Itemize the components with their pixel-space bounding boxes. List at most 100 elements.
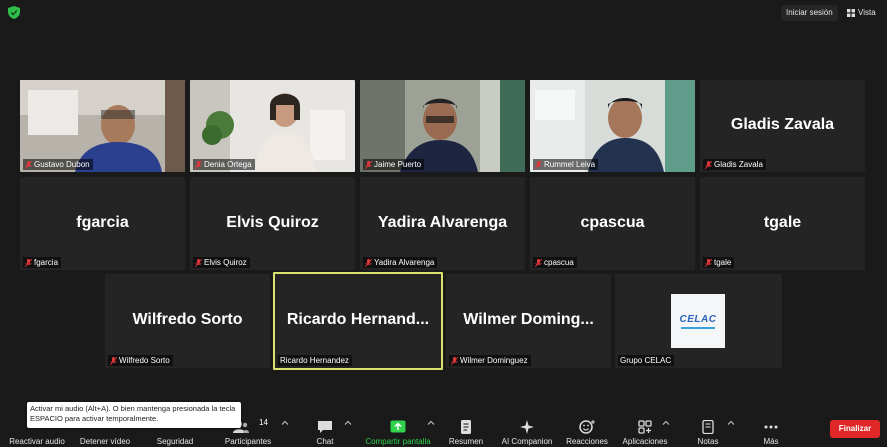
apps-button[interactable]: Aplicaciones (619, 412, 671, 446)
participant-name: Ricardo Hernandez (280, 356, 349, 365)
chat-button[interactable]: Chat (308, 412, 342, 446)
participant-name: tgale (714, 258, 732, 267)
share-screen-button[interactable]: Compartir pantalla (360, 412, 436, 446)
celac-logo: CELAC (671, 294, 725, 348)
muted-mic-icon (365, 258, 372, 267)
participant-name: Jaime Puerto (374, 160, 422, 169)
participant-display-name: cpascua (580, 213, 645, 231)
muted-mic-icon (195, 258, 202, 267)
share-options-caret-icon[interactable] (427, 419, 435, 427)
participant-display-name: tgale (763, 213, 802, 231)
participant-name: Denia Ortega (204, 160, 252, 169)
participant-display-name: Ricardo Hernand... (286, 311, 430, 329)
encryption-shield-icon[interactable] (8, 6, 20, 19)
muted-mic-icon (195, 160, 202, 169)
ai-companion-label: AI Companion (501, 437, 553, 446)
notes-label: Notas (697, 437, 719, 446)
apps-options-caret-icon[interactable] (662, 419, 670, 427)
top-bar: Iniciar sesión Vista (0, 0, 887, 26)
security-label: Seguridad (156, 437, 194, 446)
participant-tile[interactable]: fgarcia fgarcia (20, 177, 185, 270)
participant-display-name: Yadira Alvarenga (377, 213, 508, 231)
participant-label: Ricardo Hernandez (278, 355, 352, 366)
participant-name: Yadira Alvarenga (374, 258, 435, 267)
chat-label: Chat (316, 437, 334, 446)
apps-icon (638, 420, 652, 434)
participant-tile[interactable]: CELAC Grupo CELAC (615, 274, 782, 368)
muted-mic-icon (451, 356, 458, 365)
participants-label: Participantes (224, 437, 272, 446)
participant-name: Wilfredo Sorto (119, 356, 170, 365)
participant-display-name: Gladis Zavala (730, 116, 835, 134)
participant-label: cpascua (533, 257, 577, 268)
notes-button[interactable]: Notas (694, 412, 722, 446)
unmute-label: Reactivar audio (9, 437, 65, 446)
muted-mic-icon (25, 258, 32, 267)
participant-tile[interactable]: cpascua cpascua (530, 177, 695, 270)
participants-count: 14 (259, 418, 268, 427)
participant-label: Yadira Alvarenga (363, 257, 438, 268)
participant-name: Rummel Leiva (544, 160, 596, 169)
participant-tile[interactable]: Gladis Zavala Gladis Zavala (700, 80, 865, 172)
participant-tile[interactable]: Gustavo Dubon (20, 80, 185, 172)
sign-in-button[interactable]: Iniciar sesión (781, 5, 838, 21)
participant-label: Gladis Zavala (703, 159, 766, 170)
more-dots-icon (764, 425, 778, 429)
chat-icon (318, 421, 332, 433)
participant-label: Jaime Puerto (363, 159, 425, 170)
share-screen-icon (390, 420, 406, 433)
participant-label: Wilmer Dominguez (449, 355, 531, 366)
view-button[interactable]: Vista (843, 5, 880, 21)
participant-name: fgarcia (34, 258, 59, 267)
participant-tile[interactable]: Elvis Quiroz Elvis Quiroz (190, 177, 355, 270)
participant-tile[interactable]: tgale tgale (700, 177, 865, 270)
participant-label: Wilfredo Sorto (108, 355, 173, 366)
ai-companion-button[interactable]: AI Companion (498, 412, 556, 446)
sparkle-icon (520, 420, 534, 434)
reactions-button[interactable]: Reacciones (564, 412, 610, 446)
participant-tile[interactable]: Denia Ortega (190, 80, 355, 172)
participant-label: Rummel Leiva (533, 159, 599, 170)
celac-logo-text: CELAC (679, 313, 717, 325)
participant-name: Elvis Quiroz (204, 258, 247, 267)
participant-name: Gustavo Dubon (34, 160, 90, 169)
more-label: Más (763, 437, 779, 446)
participant-name: Gladis Zavala (714, 160, 763, 169)
summary-icon (461, 420, 471, 434)
more-button[interactable]: Más (757, 412, 785, 446)
end-meeting-button[interactable]: Finalizar (830, 420, 880, 438)
grid-icon (847, 9, 855, 17)
notes-icon (702, 420, 714, 434)
participant-name: Wilmer Dominguez (460, 356, 528, 365)
reaction-emoji-icon (579, 420, 595, 434)
participant-tile-active-speaker[interactable]: Ricardo Hernand... Ricardo Hernandez (273, 272, 443, 370)
chat-options-caret-icon[interactable] (344, 419, 352, 427)
participants-options-caret-icon[interactable] (281, 419, 289, 427)
muted-mic-icon (535, 258, 542, 267)
participant-display-name: fgarcia (76, 213, 129, 231)
summary-label: Resumen (448, 437, 484, 446)
participant-tile[interactable]: Rummel Leiva (530, 80, 695, 172)
share-screen-label: Compartir pantalla (365, 437, 431, 446)
participant-name: cpascua (544, 258, 574, 267)
muted-mic-icon (705, 160, 712, 169)
participant-label: Elvis Quiroz (193, 257, 250, 268)
participant-label: Denia Ortega (193, 159, 255, 170)
view-label: Vista (858, 8, 876, 17)
participant-label: fgarcia (23, 257, 62, 268)
participant-name: Grupo CELAC (620, 356, 672, 365)
participant-label: Gustavo Dubon (23, 159, 93, 170)
unmute-tooltip: Activar mi audio (Alt+A). O bien manteng… (27, 402, 241, 428)
muted-mic-icon (25, 160, 32, 169)
participant-tile[interactable]: Wilfredo Sorto Wilfredo Sorto (105, 274, 270, 368)
muted-mic-icon (110, 356, 117, 365)
participant-display-name: Wilmer Doming... (463, 311, 594, 329)
participant-tile[interactable]: Wilmer Doming... Wilmer Dominguez (446, 274, 611, 368)
participant-tile[interactable]: Jaime Puerto (360, 80, 525, 172)
notes-options-caret-icon[interactable] (727, 419, 735, 427)
reactions-label: Reacciones (566, 437, 608, 446)
stop-video-label: Detener vídeo (79, 437, 131, 446)
summary-button[interactable]: Resumen (447, 412, 485, 446)
participant-label: tgale (703, 257, 735, 268)
participant-tile[interactable]: Yadira Alvarenga Yadira Alvarenga (360, 177, 525, 270)
